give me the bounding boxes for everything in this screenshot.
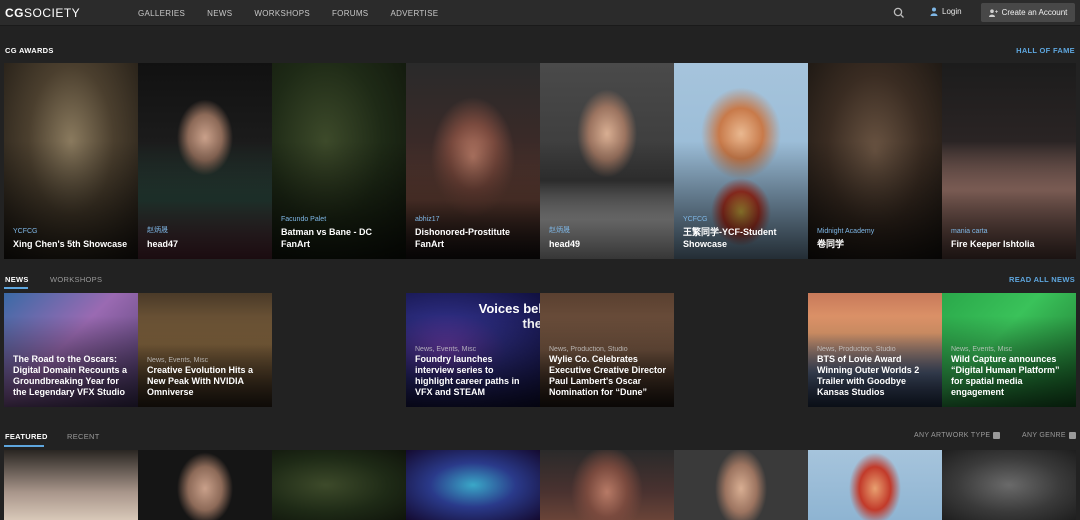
card-author: Midnight Academy: [817, 228, 875, 235]
login-label: Login: [942, 7, 962, 16]
create-account-button[interactable]: Create an Account: [981, 3, 1075, 22]
tab-recent[interactable]: RECENT: [67, 432, 100, 441]
news-tab-underline: [4, 287, 28, 289]
award-card[interactable]: Facundo Palet Batman vs Bane - DC FanArt: [272, 63, 406, 259]
award-card[interactable]: abhiz17 Dishonored-Prostitute FanArt: [406, 63, 540, 259]
tab-news[interactable]: NEWS: [5, 275, 29, 284]
card-category: News, Events, Misc: [147, 357, 209, 364]
card-category: News, Events, Misc: [415, 346, 477, 353]
awards-title: CG AWARDS: [5, 46, 54, 55]
card-title: The Road to the Oscars: Digital Domain R…: [13, 354, 128, 397]
artwork-type-filter[interactable]: ANY ARTWORK TYPE: [914, 432, 1001, 439]
card-title: BTS of Lovie Award Winning Outer Worlds …: [817, 354, 920, 397]
cgsociety-logo[interactable]: CGSOCIETY: [5, 6, 80, 20]
award-card[interactable]: 赵炳晟 head47: [138, 63, 272, 259]
news-header: NEWS WORKSHOPS READ ALL NEWS: [0, 275, 1080, 289]
card-title: 卷同学: [817, 239, 845, 249]
hall-of-fame-link[interactable]: HALL OF FAME: [1016, 46, 1075, 55]
card-title: head47: [147, 239, 179, 249]
card-author: 赵炳晟: [147, 227, 168, 234]
artwork-type-label: ANY ARTWORK TYPE: [914, 432, 991, 439]
award-card[interactable]: YCFCG Xing Chen's 5th Showcase: [4, 63, 138, 259]
chevron-down-icon: [993, 432, 1001, 439]
award-card[interactable]: YCFCG 王繁同学-YCF-Student Showcase: [674, 63, 808, 259]
card-title: Fire Keeper Ishtolia: [951, 239, 1035, 249]
tab-featured[interactable]: FEATURED: [5, 432, 48, 441]
nav-galleries[interactable]: GALLERIES: [138, 9, 185, 18]
awards-header: CG AWARDS HALL OF FAME: [0, 46, 1080, 60]
card-title: Dishonored-Prostitute FanArt: [415, 227, 511, 249]
nav-news[interactable]: NEWS: [207, 9, 232, 18]
card-title: 王繁同学-YCF-Student Showcase: [683, 227, 777, 249]
card-author: 赵炳晟: [549, 227, 570, 234]
card-author: YCFCG: [13, 228, 38, 235]
news-card[interactable]: Voices bel the News, Events, MiscFoundry…: [406, 293, 540, 407]
genre-filter[interactable]: ANY GENRE: [1022, 432, 1076, 439]
card-author: Facundo Palet: [281, 216, 327, 223]
featured-card[interactable]: [272, 450, 406, 520]
top-nav: CGSOCIETY GALLERIES NEWS WORKSHOPS FORUM…: [0, 0, 1080, 26]
featured-row: [4, 450, 1076, 520]
featured-card[interactable]: [674, 450, 808, 520]
card-author: YCFCG: [683, 216, 708, 223]
featured-card[interactable]: [4, 450, 138, 520]
news-card[interactable]: News, Production, Studio BTS of Lovie Awa…: [808, 293, 942, 407]
card-category: News, Production, Studio: [549, 346, 628, 353]
card-title: Creative Evolution Hits a New Peak With …: [147, 365, 254, 397]
card-title: head49: [549, 239, 581, 249]
featured-tab-underline: [4, 445, 44, 447]
user-icon: [930, 7, 938, 16]
card-title: Foundry launches interview series to hig…: [415, 354, 520, 397]
nav-forums[interactable]: FORUMS: [332, 9, 368, 18]
news-row: The Road to the Oscars: Digital Domain R…: [4, 293, 1076, 407]
featured-card[interactable]: [808, 450, 942, 520]
featured-card[interactable]: [138, 450, 272, 520]
featured-card[interactable]: [540, 450, 674, 520]
search-icon[interactable]: [892, 6, 906, 20]
chevron-down-icon: [1068, 432, 1076, 439]
news-card[interactable]: News, Events, Misc Creative Evolution Hit…: [138, 293, 272, 407]
card-category: News, Production, Studio: [817, 346, 896, 353]
card-title: Xing Chen's 5th Showcase: [13, 239, 128, 249]
awards-row: YCFCG Xing Chen's 5th Showcase 赵炳晟 head47 …: [4, 63, 1076, 259]
genre-label: ANY GENRE: [1022, 432, 1066, 439]
featured-card[interactable]: [942, 450, 1076, 520]
login-button[interactable]: Login: [930, 7, 962, 16]
card-title: Batman vs Bane - DC FanArt: [281, 227, 373, 249]
news-card-empty: [272, 293, 406, 407]
nav-advertise[interactable]: ADVERTISE: [390, 9, 438, 18]
card-author: abhiz17: [415, 216, 440, 223]
card-author: mania carta: [951, 228, 988, 235]
award-card[interactable]: mania carta Fire Keeper Ishtolia: [942, 63, 1076, 259]
card-category: News, Events, Misc: [951, 346, 1013, 353]
card-title: Wild Capture announces “Digital Human Pl…: [951, 354, 1060, 397]
read-all-news-link[interactable]: READ ALL NEWS: [1009, 275, 1075, 284]
featured-header: FEATURED RECENT ANY ARTWORK TYPE ANY GEN…: [0, 432, 1080, 447]
news-card[interactable]: The Road to the Oscars: Digital Domain R…: [4, 293, 138, 407]
main-nav-links: GALLERIES NEWS WORKSHOPS FORUMS ADVERTIS…: [138, 0, 460, 26]
award-card[interactable]: 赵炳晟 head49: [540, 63, 674, 259]
nav-workshops[interactable]: WORKSHOPS: [254, 9, 310, 18]
news-card[interactable]: News, Production, Studio Wylie Co. Celebr…: [540, 293, 674, 407]
create-account-label: Create an Account: [1001, 8, 1068, 17]
featured-card[interactable]: [406, 450, 540, 520]
award-card[interactable]: Midnight Academy 卷同学: [808, 63, 942, 259]
card-title: Wylie Co. Celebrates Executive Creative …: [549, 354, 667, 397]
tab-workshops[interactable]: WORKSHOPS: [50, 275, 102, 284]
news-card-empty: [674, 293, 808, 407]
news-card[interactable]: News, Events, Misc Wild Capture announces…: [942, 293, 1076, 407]
add-user-icon: [988, 8, 998, 17]
